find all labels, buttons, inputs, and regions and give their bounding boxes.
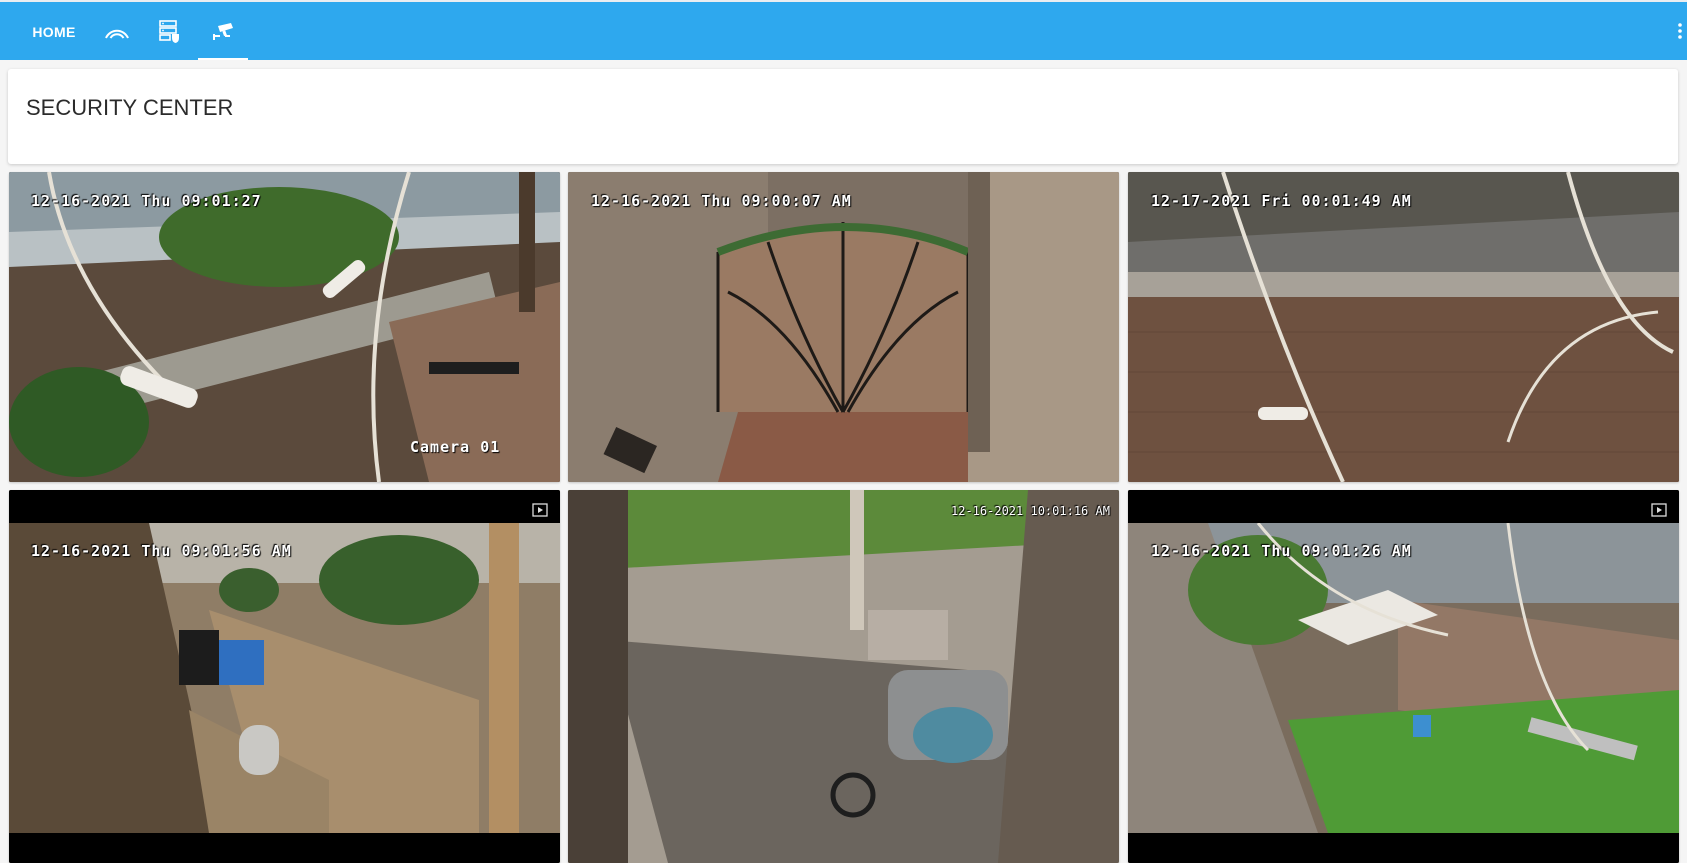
server-shield-icon (159, 20, 179, 43)
camera-timestamp: 12-16-2021 10:01:16 AM (951, 504, 1110, 518)
camera-image-1 (9, 172, 560, 482)
camera-timestamp: 12-16-2021 Thu 09:01:26 AM (1151, 542, 1412, 560)
letterbox-bottom (9, 833, 560, 863)
tab-cameras[interactable] (198, 4, 248, 60)
camera-feed-4[interactable]: 12-16-2021 Thu 09:01:56 AM (9, 490, 560, 863)
signal-arc-icon (105, 29, 129, 39)
top-app-bar: HOME (0, 0, 1687, 60)
page-title: SECURITY CENTER (26, 95, 234, 120)
camera-timestamp: 12-16-2021 Thu 09:01:27 (31, 192, 262, 210)
camera-feed-3[interactable]: 12-17-2021 Fri 00:01:49 AM (1128, 172, 1679, 482)
letterbox-bottom (1128, 833, 1679, 863)
camera-feed-5[interactable]: 12-16-2021 10:01:16 AM (568, 490, 1119, 863)
play-icon[interactable] (1651, 503, 1667, 517)
tab-server[interactable] (150, 4, 190, 60)
tab-home[interactable]: HOME (22, 4, 86, 60)
letterbox-top (9, 490, 560, 523)
play-icon[interactable] (532, 503, 548, 517)
camera-feed-1[interactable]: 12-16-2021 Thu 09:01:27 Camera 01 (9, 172, 560, 482)
header-card: SECURITY CENTER (8, 69, 1678, 164)
camera-image-3 (1128, 172, 1679, 482)
camera-timestamp: 12-17-2021 Fri 00:01:49 AM (1151, 192, 1412, 210)
tab-network[interactable] (97, 4, 137, 60)
camera-label: Camera 01 (410, 438, 501, 456)
camera-feed-2[interactable]: 12-16-2021 Thu 09:00:07 AM (568, 172, 1119, 482)
camera-timestamp: 12-16-2021 Thu 09:00:07 AM (591, 192, 852, 210)
tab-home-label: HOME (32, 24, 76, 40)
cctv-camera-icon (213, 23, 233, 40)
camera-timestamp: 12-16-2021 Thu 09:01:56 AM (31, 542, 292, 560)
camera-image-5 (568, 490, 1119, 863)
more-options-button[interactable] (1673, 16, 1687, 46)
letterbox-top (1128, 490, 1679, 523)
more-vert-icon (1678, 23, 1682, 39)
camera-feed-6[interactable]: 12-16-2021 Thu 09:01:26 AM (1128, 490, 1679, 863)
camera-image-2 (568, 172, 1119, 482)
